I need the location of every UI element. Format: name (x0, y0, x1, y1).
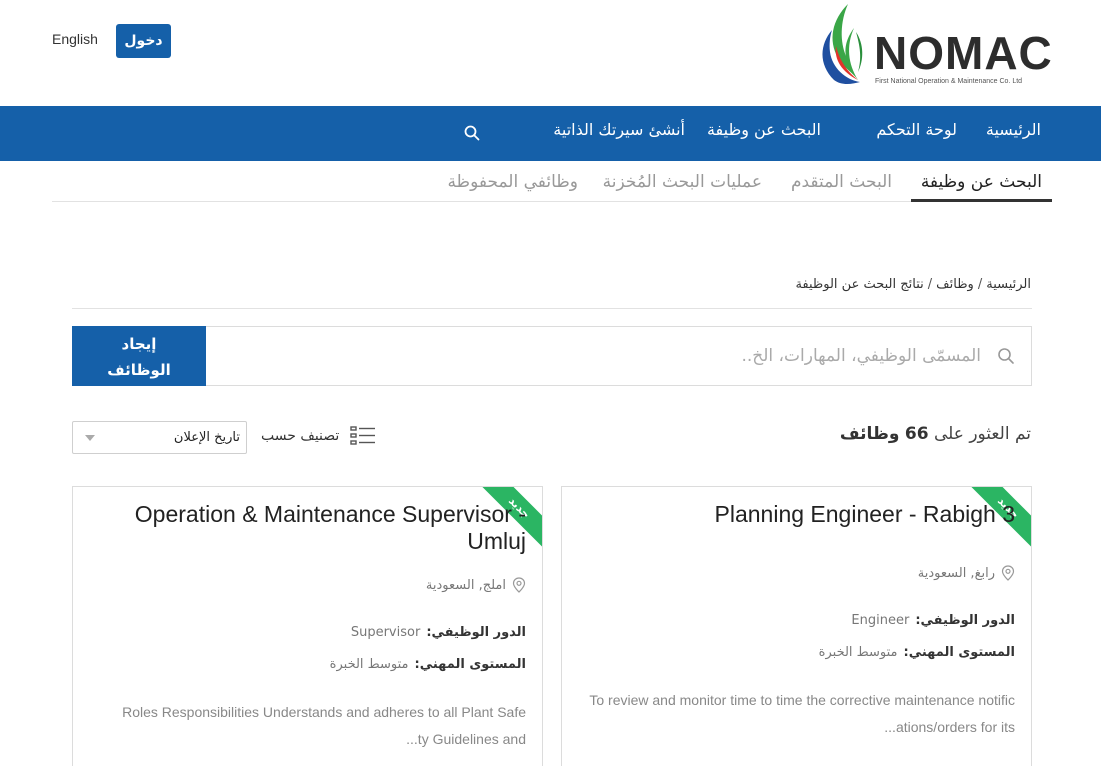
find-jobs-button-line1: إيجاد (121, 335, 157, 353)
job-description: To review and monitor time to time the c… (575, 687, 1015, 741)
breadcrumb-current: نتائج البحث عن الوظيفة (795, 277, 924, 292)
main-navigation: الرئيسية لوحة التحكم البحث عن وظيفة أنشئ… (0, 106, 1101, 161)
flame-logo-icon (822, 4, 863, 84)
location-pin-icon (512, 577, 526, 593)
results-count: تم العثور على 66 وظائف (840, 424, 1031, 444)
job-location: رابغ, السعودية (918, 565, 1015, 581)
divider (72, 308, 1032, 309)
sub-tabs: البحث عن وظيفة البحث المتقدم عمليات البح… (52, 161, 1052, 202)
job-role-value: Engineer (851, 613, 910, 628)
job-location: املج, السعودية (426, 577, 526, 593)
job-title[interactable]: Operation & Maintenance Supervisor - Uml… (96, 501, 526, 555)
tab-saved-searches[interactable]: عمليات البحث المُخزنة (603, 161, 762, 202)
language-switch-link[interactable]: English (52, 31, 98, 47)
find-jobs-button[interactable]: إيجاد الوظائف (72, 326, 206, 386)
job-role: الدور الوظيفي: Engineer (851, 613, 1015, 628)
chevron-down-icon (85, 435, 95, 441)
nav-item-create-cv[interactable]: أنشئ سيرتك الذاتية (553, 106, 685, 161)
search-icon[interactable] (463, 124, 481, 142)
job-description: Roles Responsibilities Understands and a… (86, 699, 526, 753)
location-pin-icon (1001, 565, 1015, 581)
job-title-line: Operation & Maintenance Supervisor - (134, 501, 526, 527)
top-header: English دخول NOMAC First National Operat… (0, 0, 1101, 106)
job-level-label: المستوى المهني: (414, 657, 526, 672)
job-level: المستوى المهني: متوسط الخبرة (819, 645, 1015, 660)
sort-list-icon (350, 426, 375, 445)
breadcrumb-separator: / (977, 277, 983, 292)
results-prefix: تم العثور على (933, 424, 1031, 444)
job-level: المستوى المهني: متوسط الخبرة (330, 657, 526, 672)
job-location-text: رابغ, السعودية (917, 565, 995, 581)
breadcrumb: الرئيسية/وظائف/نتائج البحث عن الوظيفة (795, 277, 1031, 292)
sort-dropdown[interactable]: تاريخ الإعلان (72, 421, 247, 454)
logo-subtitle: First National Operation & Maintenance C… (875, 78, 1023, 85)
job-title-line: Umluj (467, 528, 526, 554)
tab-saved-jobs[interactable]: وظائفي المحفوظة (447, 161, 578, 202)
job-description-line: To review and monitor time to time the c… (589, 692, 1015, 708)
breadcrumb-home[interactable]: الرئيسية (986, 277, 1031, 292)
breadcrumb-separator: / (927, 277, 933, 292)
search-icon (998, 348, 1014, 364)
logo-wordmark: NOMAC (874, 27, 1053, 79)
job-card[interactable]: جديد Operation & Maintenance Supervisor … (72, 486, 543, 766)
job-level-value: متوسط الخبرة (329, 657, 409, 672)
sort-label: تصنيف حسب (261, 428, 340, 444)
results-number: 66 (904, 424, 929, 444)
job-search-input[interactable] (281, 327, 981, 385)
sort-selected-value: تاريخ الإعلان (173, 430, 240, 445)
breadcrumb-jobs[interactable]: وظائف (936, 277, 974, 292)
results-suffix: وظائف (839, 424, 900, 444)
job-description-line: Roles Responsibilities Understands and a… (122, 704, 526, 720)
job-description-line: ...ations/orders for its (884, 719, 1015, 735)
nav-item-job-search[interactable]: البحث عن وظيفة (707, 106, 821, 161)
job-role-value: Supervisor (350, 625, 421, 640)
nav-item-dashboard[interactable]: لوحة التحكم (876, 106, 957, 161)
nomac-logo[interactable]: NOMAC First National Operation & Mainten… (818, 2, 1053, 88)
job-title[interactable]: Planning Engineer - Rabigh 3 (585, 501, 1015, 528)
job-description-line: ...ty Guidelines and (406, 731, 526, 747)
job-role-label: الدور الوظيفي: (426, 625, 526, 640)
job-role: الدور الوظيفي: Supervisor (351, 625, 526, 640)
search-box (205, 326, 1032, 386)
tab-advanced-search[interactable]: البحث المتقدم (791, 161, 892, 202)
job-title-line: Planning Engineer - Rabigh 3 (714, 501, 1015, 527)
find-jobs-button-line2: الوظائف (107, 361, 171, 379)
login-button[interactable]: دخول (116, 24, 171, 58)
tab-job-search[interactable]: البحث عن وظيفة (910, 161, 1052, 202)
job-card[interactable]: جديد Planning Engineer - Rabigh 3 رابغ, … (561, 486, 1032, 766)
job-location-text: املج, السعودية (425, 577, 506, 593)
nav-item-home[interactable]: الرئيسية (986, 106, 1041, 161)
job-level-value: متوسط الخبرة (818, 645, 898, 660)
job-role-label: الدور الوظيفي: (915, 613, 1015, 628)
job-level-label: المستوى المهني: (903, 645, 1015, 660)
